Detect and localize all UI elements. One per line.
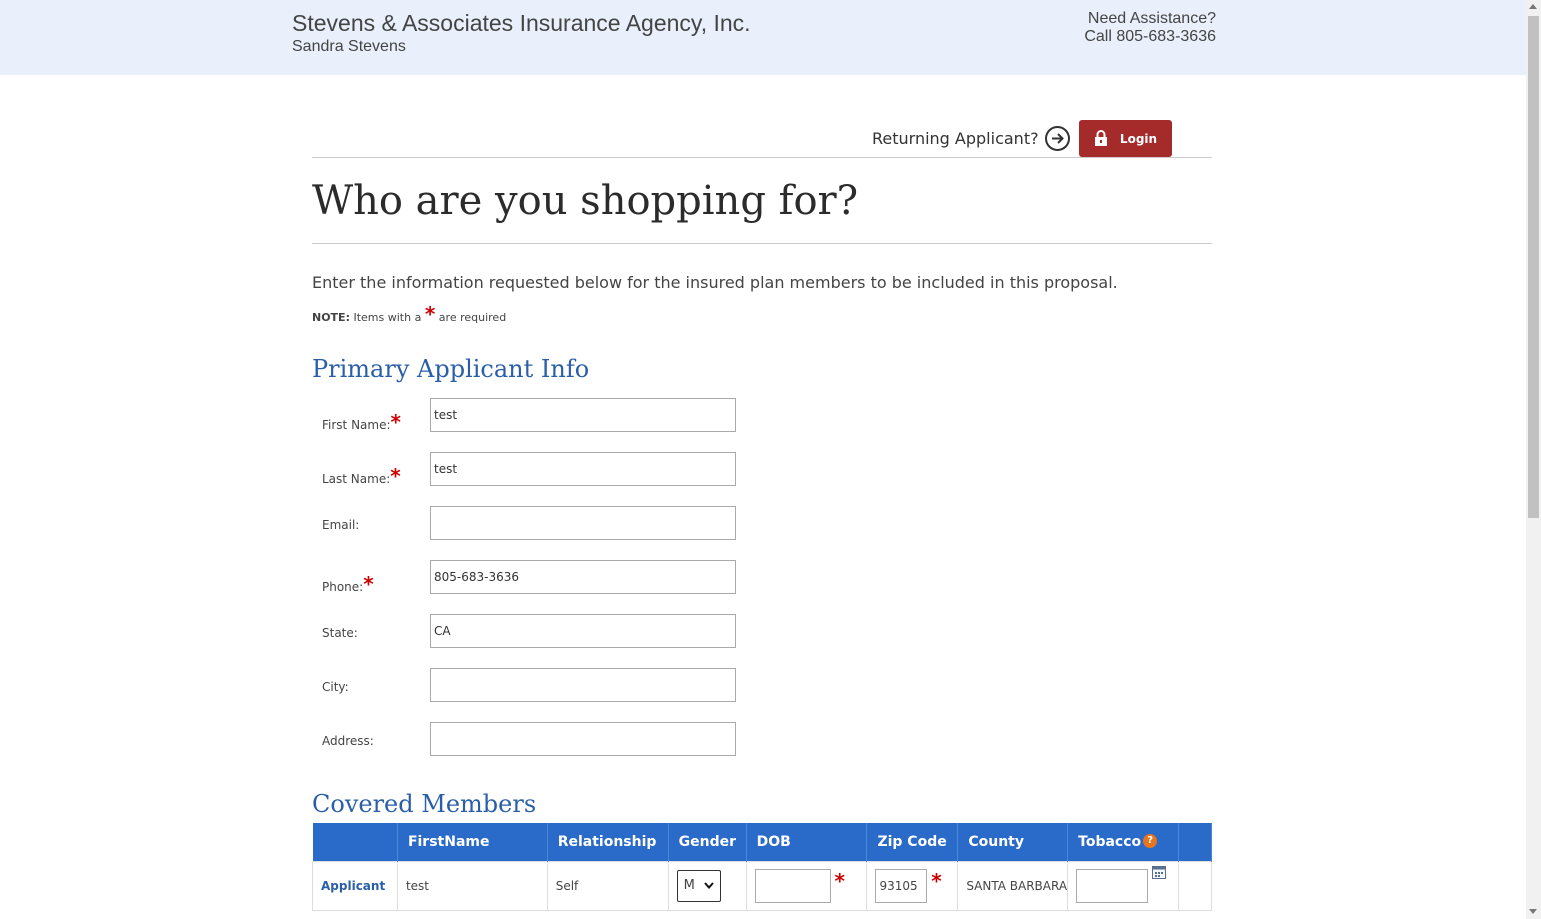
email-input[interactable]: [430, 506, 736, 540]
required-asterisk-icon: *: [390, 464, 401, 488]
state-label: State:: [322, 626, 358, 640]
top-header-bar: Stevens & Associates Insurance Agency, I…: [0, 0, 1526, 75]
email-row: Email:: [322, 506, 736, 540]
intro-text: Enter the information requested below fo…: [312, 273, 1118, 292]
assistance-phone[interactable]: Call 805-683-3636: [1084, 28, 1216, 46]
table-row: Applicant test Self M * 93105 * SANTA BA…: [312, 860, 1212, 911]
column-header-relationship: Relationship: [547, 823, 669, 861]
member-county: SANTA BARBARA: [957, 860, 1069, 911]
login-button[interactable]: Login: [1079, 120, 1172, 157]
member-firstname: test: [396, 860, 548, 911]
lock-icon: [1094, 130, 1107, 146]
arrow-right-circle-icon[interactable]: [1044, 126, 1070, 151]
note-text-2: are required: [438, 311, 507, 324]
address-label: Address:: [322, 734, 374, 748]
member-actions-cell: [1178, 860, 1212, 911]
divider-title: [312, 243, 1212, 244]
page-title: Who are you shopping for?: [312, 178, 859, 224]
page-scrollbar[interactable]: [1526, 0, 1541, 919]
assistance-heading: Need Assistance?: [1087, 10, 1216, 27]
required-asterisk-icon: *: [363, 572, 374, 596]
last-name-input[interactable]: [430, 452, 736, 486]
returning-applicant-text: Returning Applicant?: [872, 129, 1039, 148]
first-name-row: First Name:*: [322, 398, 736, 434]
state-input[interactable]: [430, 614, 736, 648]
column-header-tobacco: Tobacco?: [1067, 823, 1180, 861]
gender-selected-value: M: [683, 878, 695, 893]
column-header-actions: [1178, 823, 1212, 861]
address-row: Address:: [322, 722, 736, 756]
required-note: NOTE: Items with a * are required: [312, 302, 506, 326]
member-relationship: Self: [546, 860, 669, 911]
member-zip-cell: 93105 *: [866, 860, 959, 911]
city-input[interactable]: [430, 668, 736, 702]
divider-top: [312, 157, 1212, 158]
city-row: City:: [322, 668, 736, 702]
phone-label: Phone:*: [322, 572, 374, 596]
member-type[interactable]: Applicant: [321, 879, 385, 893]
last-name-label: Last Name:*: [322, 464, 401, 488]
help-icon[interactable]: ?: [1143, 833, 1158, 848]
column-header-firstname: FirstName: [397, 823, 548, 861]
primary-applicant-heading: Primary Applicant Info: [312, 355, 590, 383]
required-asterisk-icon: *: [390, 410, 401, 434]
required-asterisk-icon: *: [931, 868, 942, 893]
member-tobacco-cell: [1067, 860, 1180, 911]
address-input[interactable]: [430, 722, 736, 756]
login-label: Login: [1119, 131, 1158, 146]
column-header-type: [312, 823, 398, 861]
column-header-dob: DOB: [746, 823, 868, 861]
calendar-icon[interactable]: [1151, 865, 1166, 879]
note-prefix: NOTE:: [312, 311, 350, 324]
tobacco-input[interactable]: [1076, 868, 1149, 903]
state-row: State:: [322, 614, 736, 648]
scroll-down-arrow-icon[interactable]: [1529, 909, 1537, 914]
scroll-up-arrow-icon[interactable]: [1529, 4, 1537, 9]
chevron-down-icon: [703, 882, 714, 889]
required-asterisk-icon: *: [834, 868, 845, 893]
member-dob-cell: *: [745, 860, 868, 911]
first-name-label: First Name:*: [322, 410, 401, 434]
assistance-info: Need Assistance? Call 805-683-3636: [1084, 10, 1216, 46]
dob-input[interactable]: [754, 868, 831, 903]
gender-select[interactable]: M: [676, 869, 721, 902]
phone-input[interactable]: [430, 560, 736, 594]
member-type-cell: Applicant: [312, 860, 398, 911]
covered-members-heading: Covered Members: [312, 790, 537, 818]
column-header-zip: Zip Code: [866, 823, 959, 861]
first-name-input[interactable]: [430, 398, 736, 432]
last-name-row: Last Name:*: [322, 452, 736, 488]
column-header-gender: Gender: [668, 823, 747, 861]
returning-applicant-link[interactable]: Returning Applicant?: [872, 126, 1070, 151]
phone-row: Phone:*: [322, 560, 736, 596]
agency-name: Stevens & Associates Insurance Agency, I…: [292, 10, 751, 36]
city-label: City:: [322, 680, 349, 694]
scrollbar-thumb[interactable]: [1528, 16, 1539, 518]
note-text-1: Items with a: [353, 311, 422, 324]
covered-members-table: FirstName Relationship Gender DOB Zip Co…: [312, 823, 1212, 911]
zip-input[interactable]: 93105: [875, 868, 928, 903]
member-gender-cell: M: [667, 860, 747, 911]
agent-name: Sandra Stevens: [292, 38, 406, 55]
column-header-county: County: [957, 823, 1069, 861]
table-header-row: FirstName Relationship Gender DOB Zip Co…: [312, 823, 1212, 861]
email-label: Email:: [322, 518, 360, 532]
required-asterisk-icon: *: [424, 302, 436, 326]
